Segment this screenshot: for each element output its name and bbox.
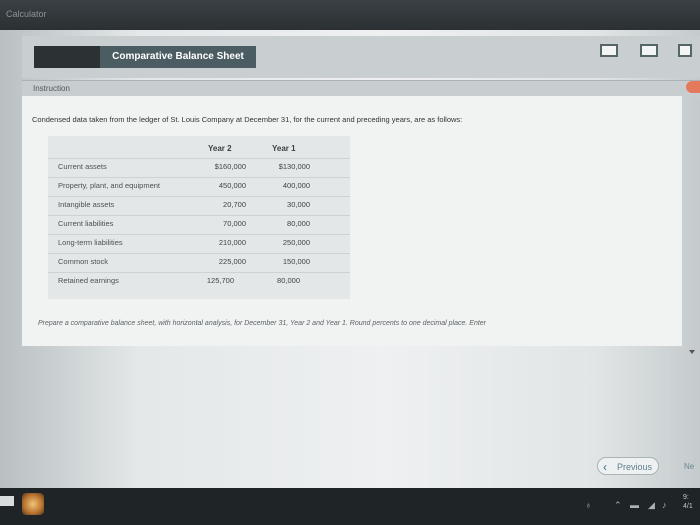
taskbar: ♁ ⌃ ▬ ◢ ♪ 9: 4/1 [0, 488, 700, 525]
window-icon[interactable] [600, 44, 618, 57]
column-header-year2: Year 2 [208, 144, 232, 153]
year2-value: $160,000 [214, 162, 246, 171]
year1-value: 400,000 [282, 181, 310, 190]
dark-tab[interactable] [34, 46, 100, 68]
year1-value: 150,000 [282, 257, 310, 266]
instruction-label: Instruction [33, 84, 70, 93]
row-label: Current assets [58, 162, 107, 171]
row-label: Common stock [58, 257, 109, 266]
row-label: Current liabilities [58, 219, 114, 228]
menu-icon[interactable] [678, 44, 692, 57]
previous-button[interactable]: ‹ Previous [597, 457, 659, 475]
column-header-year1: Year 1 [272, 144, 296, 153]
instruction-band: Instruction [22, 80, 700, 97]
row-label: Long-term liabilities [58, 238, 123, 247]
year1-value: $130,000 [278, 162, 310, 171]
instruction-content: Condensed data taken from the ledger of … [22, 96, 682, 346]
chevron-left-icon: ‹ [603, 460, 607, 474]
row-label: Retained earnings [58, 276, 119, 285]
year2-value: 125,700 [206, 276, 234, 285]
grid-icon[interactable] [640, 44, 658, 57]
table-row: Common stock 225,000 150,000 [48, 253, 350, 271]
table-row: Current liabilities 70,000 80,000 [48, 215, 350, 233]
battery-icon[interactable]: ▬ [630, 500, 639, 510]
table-row: Retained earnings 125,700 80,000 [48, 272, 350, 290]
year2-value: 70,000 [223, 219, 246, 228]
table-row: Property, plant, and equipment 450,000 4… [48, 177, 350, 195]
header-band: Comparative Balance Sheet [22, 36, 700, 78]
volume-icon[interactable]: ♪ [662, 500, 667, 510]
row-label: Intangible assets [58, 200, 115, 209]
row-label: Property, plant, and equipment [58, 181, 161, 190]
people-icon[interactable]: ♁ [585, 500, 592, 510]
table-row: Current assets $160,000 $130,000 [48, 158, 350, 176]
year1-value: 30,000 [287, 200, 310, 209]
taskbar-edge [0, 496, 14, 506]
page-title: Comparative Balance Sheet [100, 46, 256, 68]
chrome-icon[interactable] [22, 493, 44, 515]
year2-value: 450,000 [218, 181, 246, 190]
year2-value: 225,000 [218, 257, 246, 266]
clock-time: 9: [683, 494, 689, 501]
data-table: Year 2 Year 1 Current assets $160,000 $1… [48, 136, 350, 299]
year2-value: 20,700 [223, 200, 246, 209]
app-screen: Comparative Balance Sheet Instruction Co… [0, 30, 700, 488]
clock-date: 4/1 [683, 503, 693, 510]
year2-value: 210,000 [218, 238, 246, 247]
instruction-prompt: Condensed data taken from the ledger of … [32, 115, 463, 124]
question-text: Prepare a comparative balance sheet, wit… [38, 320, 487, 327]
system-clock[interactable]: 9: 4/1 [683, 493, 693, 511]
year1-value: 80,000 [287, 219, 310, 228]
scroll-down-icon[interactable] [689, 350, 695, 354]
year1-value: 250,000 [282, 238, 310, 247]
close-instruction-button[interactable] [686, 81, 700, 93]
window-top-bar: Calculator [0, 0, 700, 30]
table-row: Long-term liabilities 210,000 250,000 [48, 234, 350, 252]
wifi-icon[interactable]: ◢ [648, 500, 655, 511]
chevron-up-icon[interactable]: ⌃ [614, 500, 622, 511]
table-row: Intangible assets 20,700 30,000 [48, 196, 350, 214]
next-button[interactable]: Ne [684, 462, 694, 471]
year1-value: 80,000 [277, 276, 300, 285]
calculator-link[interactable]: Calculator [6, 9, 47, 19]
previous-label: Previous [616, 462, 652, 472]
